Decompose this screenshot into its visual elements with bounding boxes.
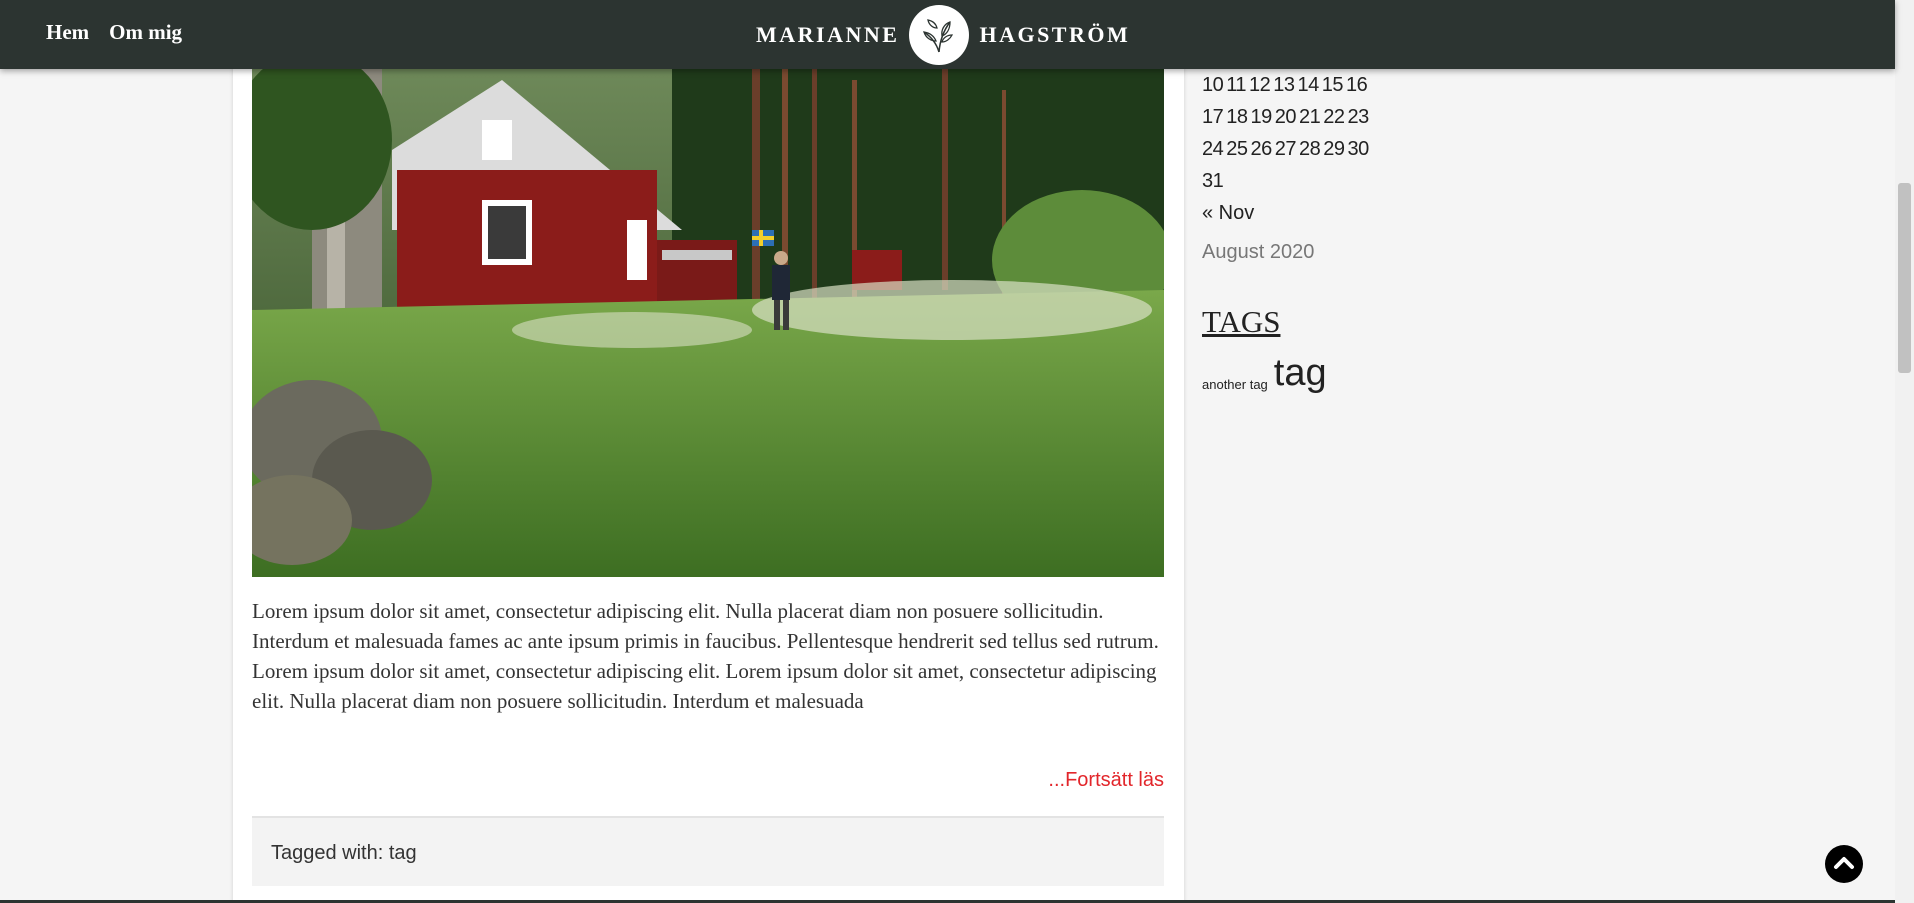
post-excerpt: Lorem ipsum dolor sit amet, consectetur … bbox=[252, 599, 1159, 713]
sidebar: 10 11 12 13 14 15 16 17 18 19 20 21 22 23 24 25 26 27 28… bbox=[1202, 69, 1462, 392]
calendar-day: 28 bbox=[1299, 138, 1321, 160]
tag-link-another-tag[interactable]: another tag bbox=[1202, 377, 1268, 392]
back-to-top-button[interactable] bbox=[1825, 845, 1863, 883]
calendar-day: 21 bbox=[1299, 106, 1321, 128]
calendar-day: 11 bbox=[1226, 74, 1247, 96]
calendar-day: 24 bbox=[1202, 138, 1224, 160]
calendar-day: 18 bbox=[1226, 106, 1248, 128]
nav-link-om-mig[interactable]: Om mig bbox=[109, 20, 182, 45]
main-nav: Hem Om mig bbox=[46, 20, 182, 45]
calendar-day: 16 bbox=[1346, 74, 1368, 96]
calendar-week-row: 24 25 26 27 28 29 30 bbox=[1202, 133, 1462, 165]
brand-last-name: HAGSTRÖM bbox=[979, 22, 1131, 47]
calendar-day: 26 bbox=[1250, 138, 1273, 160]
calendar-day: 30 bbox=[1347, 138, 1370, 160]
tags-heading: TAGS bbox=[1202, 304, 1281, 339]
nav-link-hem[interactable]: Hem bbox=[46, 20, 89, 45]
tag-link-tag[interactable]: tag bbox=[1274, 354, 1327, 392]
calendar-day: 23 bbox=[1347, 106, 1370, 128]
post-tags-box: Tagged with: tag bbox=[252, 816, 1164, 886]
brand-first-name: MARIANNE bbox=[756, 22, 900, 47]
calendar-week-row: 31 bbox=[1202, 165, 1462, 197]
calendar-day: 13 bbox=[1273, 74, 1295, 96]
tagged-with-label: Tagged with: bbox=[271, 842, 384, 864]
calendar-day: 25 bbox=[1226, 138, 1248, 160]
leaf-logo-icon bbox=[909, 5, 970, 65]
calendar-day: 15 bbox=[1321, 74, 1344, 96]
tag-cloud: another tag tag bbox=[1202, 354, 1462, 392]
site-header: Hem Om mig MARIANNE HAGSTRÖM bbox=[0, 0, 1895, 69]
scrollbar-thumb[interactable] bbox=[1898, 183, 1911, 373]
page-scrollbar[interactable] bbox=[1895, 0, 1914, 903]
calendar-day: 22 bbox=[1323, 106, 1345, 128]
calendar: 10 11 12 13 14 15 16 17 18 19 20 21 22 23 24 25 26 27 28… bbox=[1202, 69, 1462, 264]
calendar-day: 31 bbox=[1202, 170, 1224, 192]
calendar-day: 20 bbox=[1274, 106, 1297, 128]
site-brand[interactable]: MARIANNE HAGSTRÖM bbox=[756, 4, 1130, 66]
calendar-week-row: 17 18 19 20 21 22 23 bbox=[1202, 101, 1462, 133]
calendar-week-row: 10 11 12 13 14 15 16 bbox=[1202, 69, 1462, 101]
calendar-day: 17 bbox=[1202, 106, 1224, 128]
post-tag-link[interactable]: tag bbox=[389, 842, 417, 864]
calendar-prev-month-link[interactable]: « Nov bbox=[1202, 197, 1462, 229]
calendar-day: 10 bbox=[1202, 74, 1224, 96]
calendar-day: 19 bbox=[1250, 106, 1273, 128]
calendar-day: 14 bbox=[1297, 74, 1320, 96]
chevron-up-icon bbox=[1834, 857, 1854, 869]
calendar-day: 12 bbox=[1249, 74, 1271, 96]
read-more-link[interactable]: ...Fortsätt läs bbox=[1048, 769, 1164, 792]
calendar-day: 27 bbox=[1274, 138, 1297, 160]
calendar-caption: August 2020 bbox=[1202, 241, 1315, 263]
post-featured-image[interactable] bbox=[252, 60, 1164, 577]
calendar-day: 29 bbox=[1323, 138, 1345, 160]
